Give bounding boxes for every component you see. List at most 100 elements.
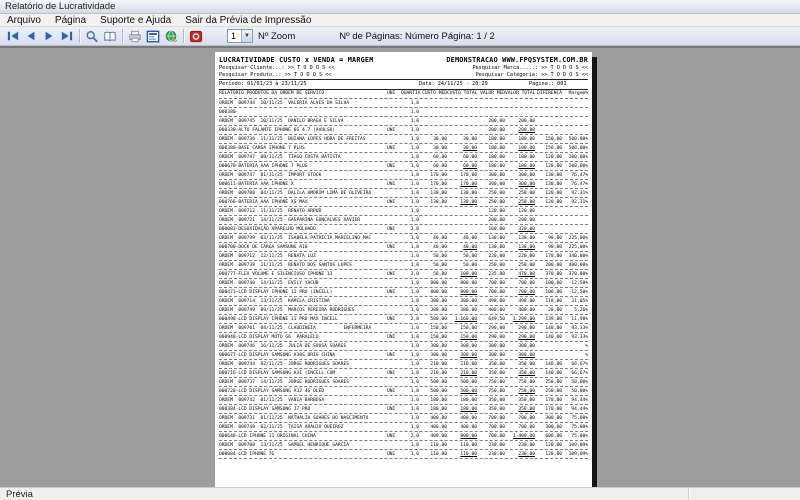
cell-valor_med: 750,00	[477, 389, 505, 395]
cell-valor_total: 350,00	[505, 371, 535, 377]
cell-custo_med: 50,00	[419, 263, 447, 269]
cell-diferenca: 120,00	[535, 164, 562, 170]
cell-qty: 1,0	[401, 101, 419, 107]
cell-valor_total: 230,00	[505, 452, 535, 458]
cell-uni: UNI	[387, 353, 401, 359]
cell-valor_med: 290,00	[477, 326, 505, 332]
cell-valor_total: 130,00	[505, 245, 535, 251]
next-page-button[interactable]	[40, 28, 58, 44]
cell-custo_med: 500,00	[419, 389, 447, 395]
cell-desc: 000380-	[219, 110, 387, 116]
next-page-icon	[42, 30, 56, 42]
statusbar-right-panel	[688, 488, 800, 500]
zoom-button[interactable]	[83, 28, 101, 44]
cell-uni: UNI	[387, 371, 401, 377]
cell-custo_total: 500,00	[447, 380, 477, 386]
zoom-select-value: 1	[228, 30, 241, 42]
cell-custo_total: 110,00	[447, 452, 477, 458]
cell-valor_total: 470,00	[505, 272, 535, 278]
cell-qty: 1,0	[401, 128, 419, 134]
zoom-select[interactable]: 1 ▼	[227, 29, 253, 43]
menu-item-1[interactable]: Página	[48, 14, 93, 27]
column-header-uni: UNI	[387, 91, 401, 97]
close-preview-button[interactable]	[187, 28, 205, 44]
cell-custo_total: 100,00	[447, 272, 477, 278]
cell-valor_total: 750,00	[505, 380, 535, 386]
cell-valor_med: 160,00	[477, 227, 505, 233]
cell-custo_med: 380,00	[419, 299, 447, 305]
export-internet-button[interactable]	[162, 28, 180, 44]
cell-custo_med: 300,00	[419, 353, 447, 359]
table-row: ORDEM 009742 01/11/25 VANIA BARBOSA1,018…	[219, 396, 588, 405]
chevron-down-icon[interactable]: ▼	[241, 30, 252, 42]
table-row: ORDEM 009738 11/11/25 RENATO DOS SANTOS …	[219, 261, 588, 270]
cell-valor_total: 300,00	[505, 353, 535, 359]
print-setup-icon	[146, 30, 160, 43]
cell-custo_total: 800,00	[447, 290, 477, 296]
cell-diferenca: 600,00	[535, 434, 562, 440]
table-row: 000677-LCD DISPLAY SAMSUNG A30S ORIG CHI…	[219, 351, 588, 360]
cell-custo_med: 50,00	[419, 254, 447, 260]
cell-valor_total: 700,00	[505, 281, 535, 287]
print-button[interactable]	[126, 28, 144, 44]
cell-valor_total: 180,00	[505, 164, 535, 170]
table-row: ORDEM 009740 14/11/25 EVILY YACUB1,0800,…	[219, 279, 588, 288]
cell-valor_med: 700,00	[477, 416, 505, 422]
cell-qty: 1,0	[401, 290, 419, 296]
cell-margem: -12,50%	[562, 290, 588, 296]
table-row: 000700-DOCK DE CARGA SAMSUNG A10UNI1,040…	[219, 243, 588, 252]
cell-desc: 000084-LCD IPHONE 7G	[219, 452, 387, 458]
cell-qty: 1,0	[401, 425, 419, 431]
menu-item-0[interactable]: Arquivo	[0, 14, 48, 27]
cell-custo_med: 170,00	[419, 173, 447, 179]
cell-valor_total: 1.299,00	[505, 317, 535, 323]
cell-margem: 340,00%	[562, 254, 588, 260]
cell-custo_total: 30,00	[447, 137, 477, 143]
cell-valor_total: 250,00	[505, 200, 535, 206]
cell-qty: 1,0	[401, 299, 419, 305]
cell-valor_med: 649,50	[477, 317, 505, 323]
cell-margem: 66,67%	[562, 371, 588, 377]
cell-valor_med: 290,00	[477, 335, 505, 341]
zoom-label: Nº Zoom	[258, 31, 295, 42]
cell-valor_med: 700,00	[477, 281, 505, 287]
cell-valor_total: 220,00	[505, 254, 535, 260]
cell-valor_med: 498,00	[477, 299, 505, 305]
cell-qty: 1,0	[401, 407, 419, 413]
cell-diferenca: 140,00	[535, 335, 562, 341]
first-page-icon	[6, 30, 20, 42]
last-page-button[interactable]	[58, 28, 76, 44]
cell-valor_total: 750,00	[505, 389, 535, 395]
cell-desc: ORDEM 009708 13/11/25 SAMUEL HENRIQUE GA…	[219, 443, 387, 449]
menu-item-2[interactable]: Suporte e Ajuda	[93, 14, 178, 27]
two-page-view-button[interactable]	[101, 28, 119, 44]
table-row: ORDEM 009721 14/11/25 GASPARINA GONCALVE…	[219, 216, 588, 225]
cell-uni: UNI	[387, 389, 401, 395]
cell-valor_med: 700,00	[477, 290, 505, 296]
cell-margem: 94,44%	[562, 407, 588, 413]
table-row: 000380-1,0	[219, 108, 588, 117]
cell-custo_med: 110,00	[419, 443, 447, 449]
cell-valor_total: 320,00	[505, 227, 535, 233]
cell-valor_total: 200,00	[505, 128, 535, 134]
cell-valor_med: 180,00	[477, 155, 505, 161]
cell-valor_med: 230,00	[477, 443, 505, 449]
cell-diferenca: 170,00	[535, 398, 562, 404]
cell-qty: 1,0	[401, 362, 419, 368]
cell-diferenca: 150,00	[535, 137, 562, 143]
cell-custo_med: 180,00	[419, 398, 447, 404]
table-row: ORDEM 009747 08/11/25 TIAGO COSTA BATIST…	[219, 153, 588, 162]
cell-desc: 000670-BATERIA AAA IPHONE 7 PLUS	[219, 164, 387, 170]
cell-valor_total: 350,00	[505, 362, 535, 368]
print-setup-button[interactable]	[144, 28, 162, 44]
cell-diferenca: 200,00	[535, 263, 562, 269]
cell-qty: 1,0	[401, 182, 419, 188]
cell-custo_total: 130,00	[447, 191, 477, 197]
cell-desc: ORDEM 009740 14/11/25 EVILY YACUB	[219, 281, 387, 287]
cell-valor_med: 180,00	[477, 164, 505, 170]
cell-custo_med: 400,00	[419, 425, 447, 431]
menu-item-3[interactable]: Sair da Prévia de Impressão	[178, 14, 318, 27]
first-page-button[interactable]	[4, 28, 22, 44]
prev-page-button[interactable]	[22, 28, 40, 44]
cell-custo_med: 400,00	[419, 416, 447, 422]
